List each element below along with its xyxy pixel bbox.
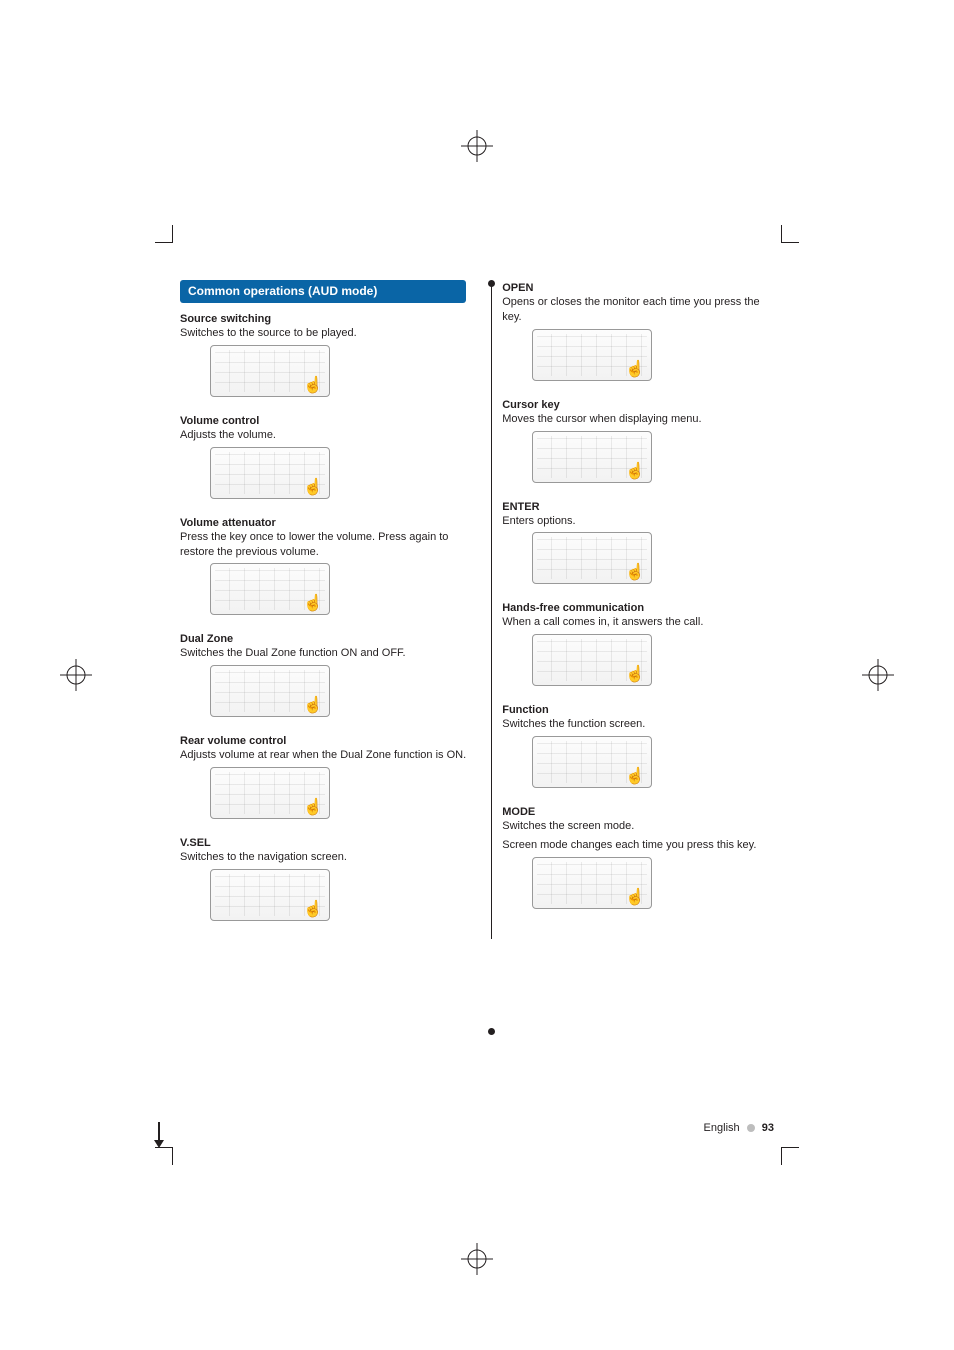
section-volume-control: Volume control Adjusts the volume. ☝ [180, 415, 466, 499]
section-volume-attenuator: Volume attenuator Press the key once to … [180, 517, 466, 616]
registration-mark-right [862, 659, 894, 691]
remote-illustration: ☝ [210, 767, 330, 819]
section-title: Source switching [180, 313, 466, 325]
hand-pointer-icon: ☝ [625, 890, 645, 906]
section-enter: ENTER Enters options. ☝ [502, 501, 775, 585]
section-title: MODE [502, 806, 775, 818]
crop-mark-bottom-right [781, 1147, 799, 1165]
remote-illustration: ☝ [532, 431, 652, 483]
section-body: Enters options. [502, 514, 775, 529]
right-column: OPEN Opens or closes the monitor each ti… [488, 280, 775, 939]
section-title: ENTER [502, 501, 775, 513]
section-dual-zone: Dual Zone Switches the Dual Zone functio… [180, 633, 466, 717]
fold-arrow-icon [153, 1122, 165, 1148]
section-body: Moves the cursor when displaying menu. [502, 412, 775, 427]
section-body: When a call comes in, it answers the cal… [502, 615, 775, 630]
footer-page-number: 93 [762, 1122, 774, 1134]
section-function: Function Switches the function screen. ☝ [502, 704, 775, 788]
section-mode: MODE Switches the screen mode. Screen mo… [502, 806, 775, 909]
remote-illustration: ☝ [210, 345, 330, 397]
remote-illustration: ☝ [532, 857, 652, 909]
section-body: Switches the Dual Zone function ON and O… [180, 646, 466, 661]
section-body: Switches to the navigation screen. [180, 850, 466, 865]
page-footer: English 93 [704, 1122, 774, 1134]
section-title: Volume attenuator [180, 517, 466, 529]
section-body: Switches to the source to be played. [180, 326, 466, 341]
remote-illustration: ☝ [532, 329, 652, 381]
timeline-dot-top [488, 280, 495, 287]
mode-header: Common operations (AUD mode) [180, 280, 466, 303]
hand-pointer-icon: ☝ [625, 565, 645, 581]
remote-illustration: ☝ [210, 869, 330, 921]
remote-illustration: ☝ [532, 736, 652, 788]
registration-mark-left [60, 659, 92, 691]
hand-pointer-icon: ☝ [625, 464, 645, 480]
hand-pointer-icon: ☝ [303, 698, 323, 714]
section-title: Dual Zone [180, 633, 466, 645]
hand-pointer-icon: ☝ [303, 800, 323, 816]
section-source-switching: Source switching Switches to the source … [180, 313, 466, 397]
remote-illustration: ☝ [210, 665, 330, 717]
section-body: Adjusts the volume. [180, 428, 466, 443]
hand-pointer-icon: ☝ [625, 769, 645, 785]
section-cursor-key: Cursor key Moves the cursor when display… [502, 399, 775, 483]
section-vsel: V.SEL Switches to the navigation screen.… [180, 837, 466, 921]
content-columns: Common operations (AUD mode) Source swit… [180, 280, 775, 939]
footer-bullet-icon [747, 1124, 755, 1132]
section-body: Opens or closes the monitor each time yo… [502, 295, 775, 325]
crop-mark-top-right [781, 225, 799, 243]
registration-mark-top [461, 130, 493, 162]
section-title: OPEN [502, 282, 775, 294]
section-title: Cursor key [502, 399, 775, 411]
section-body: Screen mode changes each time you press … [502, 838, 775, 853]
section-title: V.SEL [180, 837, 466, 849]
hand-pointer-icon: ☝ [303, 378, 323, 394]
remote-illustration: ☝ [210, 563, 330, 615]
section-body: Press the key once to lower the volume. … [180, 530, 466, 560]
section-title: Volume control [180, 415, 466, 427]
left-column: Common operations (AUD mode) Source swit… [180, 280, 466, 939]
remote-illustration: ☝ [210, 447, 330, 499]
section-hands-free: Hands-free communication When a call com… [502, 602, 775, 686]
crop-mark-top-left [155, 225, 173, 243]
section-body: Switches the screen mode. [502, 819, 775, 834]
remote-illustration: ☝ [532, 634, 652, 686]
hand-pointer-icon: ☝ [303, 596, 323, 612]
registration-mark-bottom [461, 1243, 493, 1275]
hand-pointer-icon: ☝ [625, 362, 645, 378]
remote-illustration: ☝ [532, 532, 652, 584]
section-title: Rear volume control [180, 735, 466, 747]
page: Common operations (AUD mode) Source swit… [0, 0, 954, 1350]
hand-pointer-icon: ☝ [303, 902, 323, 918]
section-title: Hands-free communication [502, 602, 775, 614]
hand-pointer-icon: ☝ [303, 480, 323, 496]
footer-language: English [704, 1122, 740, 1134]
section-body: Adjusts volume at rear when the Dual Zon… [180, 748, 466, 763]
crop-mark-bottom-left [155, 1147, 173, 1165]
hand-pointer-icon: ☝ [625, 667, 645, 683]
section-body: Switches the function screen. [502, 717, 775, 732]
section-title: Function [502, 704, 775, 716]
section-rear-volume: Rear volume control Adjusts volume at re… [180, 735, 466, 819]
timeline-rule [491, 284, 492, 939]
timeline-dot-bottom [488, 1028, 495, 1035]
section-open: OPEN Opens or closes the monitor each ti… [502, 282, 775, 381]
